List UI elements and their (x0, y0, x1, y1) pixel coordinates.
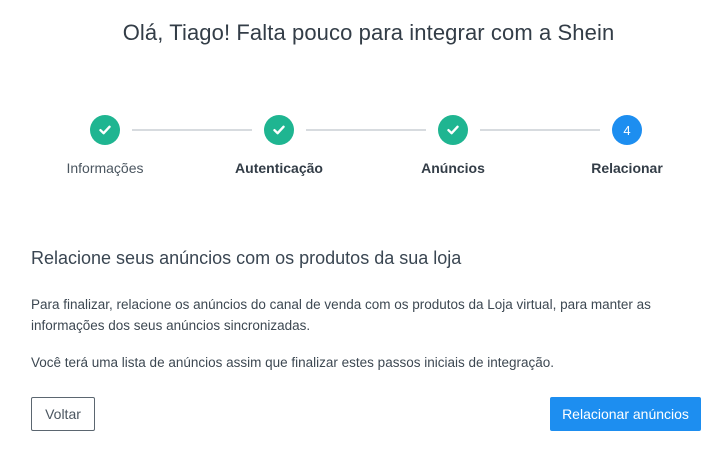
step-anuncios: Anúncios (373, 115, 533, 176)
back-button[interactable]: Voltar (31, 397, 95, 431)
page-title: Olá, Tiago! Falta pouco para integrar co… (122, 20, 615, 45)
check-icon (90, 115, 120, 145)
check-icon (264, 115, 294, 145)
step-label: Relacionar (591, 160, 663, 176)
step-relacionar: 4 Relacionar (547, 115, 707, 176)
info-text: Você terá uma lista de anúncios assim qu… (31, 355, 555, 370)
section-heading: Relacione seus anúncios com os produtos … (31, 248, 462, 268)
step-label: Anúncios (421, 160, 485, 176)
check-icon (438, 115, 468, 145)
step-number-badge: 4 (612, 115, 642, 145)
description-text: Para finalizar, relacione os anúncios do… (31, 297, 651, 333)
step-informacoes: Informações (25, 115, 185, 176)
relate-listings-button[interactable]: Relacionar anúncios (550, 397, 701, 431)
step-autenticacao: Autenticação (199, 115, 359, 176)
integration-stepper: Informações Autenticação Anúncios 4 Rela… (0, 115, 719, 185)
step-label: Informações (66, 160, 144, 176)
step-label: Autenticação (235, 160, 323, 176)
